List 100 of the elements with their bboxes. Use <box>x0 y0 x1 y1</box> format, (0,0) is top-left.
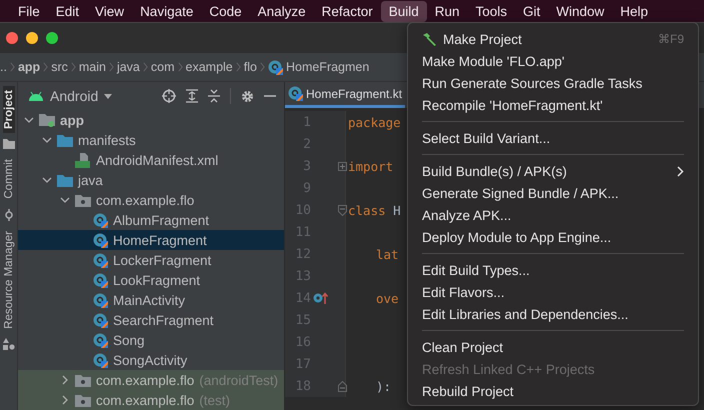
package-folder-icon <box>75 194 91 206</box>
menu-item[interactable]: Edit Libraries and Dependencies... <box>408 303 698 325</box>
breadcrumb-item[interactable]: com <box>150 60 175 74</box>
folder-icon <box>57 174 73 186</box>
menu-item[interactable]: Select Build Variant... <box>408 127 698 149</box>
collapse-all-icon[interactable] <box>208 89 220 103</box>
breadcrumb-item[interactable]: HomeFragmen <box>286 60 370 74</box>
commit-icon <box>2 208 14 221</box>
tree-item[interactable]: AndroidManifest.xml <box>96 152 218 168</box>
menu-item[interactable]: Rebuild Project <box>408 380 698 402</box>
folder-icon <box>57 134 73 146</box>
tree-item[interactable]: java <box>78 172 103 188</box>
tool-window-tab[interactable]: Resource Manager <box>2 226 14 332</box>
menu-item[interactable]: Edit Build Types... <box>408 259 698 281</box>
menu-item[interactable]: Recompile 'HomeFragment.kt' <box>408 94 698 116</box>
package-folder-icon <box>75 394 91 406</box>
package-folder-icon <box>75 374 91 386</box>
menu-bar-item[interactable]: Build <box>380 0 427 22</box>
tree-item[interactable]: SearchFragment <box>113 312 214 328</box>
shortcut-label: ⌘F9 <box>658 32 684 46</box>
menu-bar-item[interactable]: Code <box>201 0 250 22</box>
chevron-separator-icon <box>10 62 15 72</box>
menu-bar-item[interactable]: Edit <box>48 0 88 22</box>
menu-item[interactable]: Build Bundle(s) / APK(s) <box>408 160 698 182</box>
code-keyword: import <box>348 158 394 174</box>
settings-icon[interactable] <box>241 90 254 102</box>
menu-item[interactable]: Generate Signed Bundle / APK... <box>408 182 698 204</box>
kotlin-file-icon <box>93 232 108 248</box>
manifest-file-icon <box>75 152 91 168</box>
kotlin-file-icon <box>288 86 303 101</box>
breadcrumb-item[interactable]: java <box>116 60 140 74</box>
module-folder-icon <box>39 113 55 127</box>
chevron-separator-icon <box>70 62 76 72</box>
caret-icon <box>104 94 112 98</box>
menu-bar-item[interactable]: Git <box>515 0 548 22</box>
tool-window-tab[interactable]: Commit <box>2 155 14 203</box>
menu-item[interactable]: Make Module 'FLO.app' <box>408 50 698 72</box>
code-keyword: lat <box>376 246 399 262</box>
menu-bar-item[interactable]: Analyze <box>250 0 314 22</box>
locate-icon[interactable] <box>162 89 176 103</box>
menu-bar-item[interactable]: Window <box>548 0 612 22</box>
close-window-button[interactable] <box>6 32 18 44</box>
chevron-separator-icon <box>178 62 183 72</box>
breadcrumb-item[interactable]: flo <box>244 60 257 74</box>
zoom-window-button[interactable] <box>46 32 58 44</box>
chevron-separator-icon <box>260 62 265 72</box>
chevron-separator-icon <box>108 62 114 72</box>
menu-item[interactable]: Clean Project <box>408 336 698 358</box>
tree-item[interactable]: Song <box>113 332 145 348</box>
tree-item[interactable]: MainActivity <box>113 292 186 308</box>
kotlin-file-icon <box>93 292 108 308</box>
kotlin-file-icon <box>93 332 108 348</box>
breadcrumb-item[interactable]: .. <box>0 60 7 74</box>
menu-bar-item[interactable]: Refactor <box>314 0 381 22</box>
kotlin-file-icon <box>93 252 108 268</box>
tree-item[interactable]: com.example.flo <box>96 192 194 208</box>
tree-item[interactable]: SongActivity <box>113 352 188 368</box>
tree-item[interactable]: app <box>60 112 84 128</box>
menu-bar-item[interactable]: File <box>10 0 48 22</box>
chevron-separator-icon <box>142 62 148 72</box>
tree-item[interactable]: LookFragment <box>113 272 200 288</box>
menu-item[interactable]: Deploy Module to App Engine... <box>408 226 698 248</box>
tree-item[interactable]: com.example.flo <box>96 372 194 388</box>
breadcrumb-item[interactable]: app <box>18 60 40 74</box>
menu-item[interactable]: Edit Flavors... <box>408 281 698 303</box>
android-icon <box>28 91 44 101</box>
menu-item[interactable]: Analyze APK... <box>408 204 698 226</box>
shapes-icon <box>2 338 14 350</box>
code-keyword: ove <box>376 290 399 306</box>
fold-plus-icon[interactable] <box>338 162 347 170</box>
breadcrumb-item[interactable]: src <box>51 60 68 74</box>
project-view-dropdown[interactable]: Android <box>28 88 112 104</box>
chevron-separator-icon <box>43 62 48 72</box>
menu-bar-item[interactable]: Navigate <box>132 0 202 22</box>
tree-item[interactable]: manifests <box>78 132 136 148</box>
code-text: ): <box>376 378 392 394</box>
menu-bar-item[interactable]: Help <box>612 0 656 22</box>
chevron-separator-icon <box>236 62 241 72</box>
code-keyword: class <box>348 202 386 218</box>
tree-item[interactable]: LockerFragment <box>113 252 212 268</box>
code-text: H <box>393 202 401 218</box>
folder-icon <box>2 139 14 149</box>
kotlin-file-icon <box>93 312 108 328</box>
breadcrumb-item[interactable]: main <box>78 60 106 74</box>
fold-end-icon[interactable] <box>338 380 347 392</box>
kotlin-file-icon <box>93 272 108 288</box>
breadcrumb-item[interactable]: example <box>186 60 233 74</box>
tree-item[interactable]: com.example.flo <box>96 392 194 408</box>
code-keyword: package <box>348 114 401 130</box>
menu-bar-item[interactable]: Tools <box>468 0 516 22</box>
menu-bar-item[interactable]: Run <box>426 0 468 22</box>
tree-item[interactable]: AlbumFragment <box>113 212 210 228</box>
menu-bar-item[interactable]: View <box>87 0 132 22</box>
menu-item[interactable]: Run Generate Sources Gradle Tasks <box>408 72 698 94</box>
tool-window-tab[interactable]: Project <box>2 86 14 133</box>
override-marker-icon[interactable] <box>313 291 329 305</box>
expand-all-icon[interactable] <box>186 89 198 103</box>
minimize-window-button[interactable] <box>26 32 38 44</box>
fold-minus-icon[interactable] <box>338 204 347 216</box>
hammer-icon <box>422 32 437 46</box>
